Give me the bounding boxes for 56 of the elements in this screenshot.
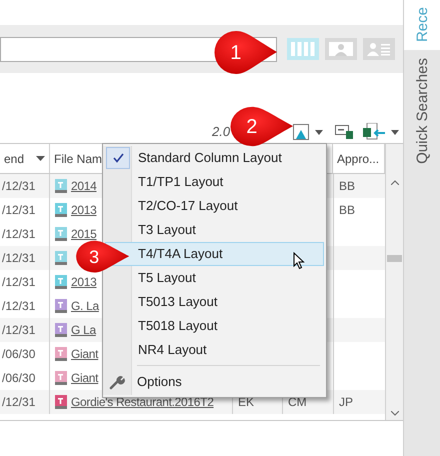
menu-item[interactable]: T3 Layout (105, 218, 324, 242)
menu-item[interactable]: T2/CO-17 Layout (105, 194, 324, 218)
version-label: 2.0 (212, 122, 230, 140)
table-cell: /12/31 (2, 276, 36, 288)
person-card-icon (329, 42, 353, 56)
menu-item[interactable]: NR4 Layout (105, 338, 324, 362)
file-link[interactable]: Giant (71, 348, 98, 360)
table-cell: /12/31 (2, 180, 36, 192)
table-cell: /12/31 (2, 396, 36, 408)
excel-import-icon[interactable] (363, 123, 385, 141)
wrench-icon (109, 374, 125, 390)
menu-item[interactable]: Standard Column Layout (105, 146, 324, 170)
table-cell: JP (339, 396, 354, 408)
table-cell: BB (339, 204, 356, 216)
menu-item[interactable]: T5013 Layout (105, 290, 324, 314)
column-header[interactable]: end (4, 150, 24, 168)
caret-icon[interactable] (391, 130, 399, 134)
table-cell: EK (238, 396, 254, 408)
table-cell: /12/31 (2, 204, 36, 216)
file-link[interactable]: Giant (71, 372, 98, 384)
menu-item[interactable]: T1/TP1 Layout (105, 170, 324, 194)
step-callout-tooltip: 3 (74, 240, 130, 274)
column-header[interactable]: Appro... (337, 150, 380, 168)
export-icon[interactable] (335, 125, 353, 139)
check-icon (112, 153, 124, 163)
table-cell: /12/31 (2, 252, 36, 264)
table-cell: /06/30 (2, 348, 36, 360)
file-link[interactable]: Gordie's Restaurant.2016T2 (71, 396, 214, 408)
scrollbar-thumb[interactable] (387, 255, 402, 262)
table-cell: /12/31 (2, 228, 36, 240)
mouse-cursor-icon (293, 252, 305, 270)
table-cell: CM (288, 396, 307, 408)
scroll-up-icon[interactable] (390, 180, 398, 185)
file-link[interactable]: G La (71, 324, 96, 336)
table-cell: /12/31 (2, 324, 36, 336)
triangle-icon (296, 130, 306, 139)
file-link[interactable]: G. La (71, 300, 99, 312)
table-cell: BB (339, 180, 356, 192)
columns-icon (291, 42, 315, 56)
step-callout-tooltip: 1 (212, 30, 278, 76)
menu-item[interactable]: T5018 Layout (105, 314, 324, 338)
contact-list-icon (367, 42, 391, 56)
menu-item[interactable]: Options (105, 369, 324, 395)
layout-button[interactable] (293, 124, 309, 140)
file-link[interactable]: 2014 (71, 180, 96, 192)
file-link[interactable]: 2015 (71, 228, 96, 240)
file-link[interactable]: 2013 (71, 204, 96, 216)
menu-item[interactable]: T4/T4A Layout (105, 242, 324, 266)
scroll-down-icon[interactable] (390, 411, 398, 416)
scrollbar[interactable] (385, 144, 403, 420)
caret-icon[interactable] (315, 130, 323, 134)
column-header[interactable]: File Nam (54, 150, 102, 168)
table-cell: /06/30 (2, 372, 36, 384)
file-link[interactable]: 2013 (71, 276, 96, 288)
filter-caret-icon[interactable] (36, 156, 45, 161)
table-cell: /12/31 (2, 300, 36, 312)
